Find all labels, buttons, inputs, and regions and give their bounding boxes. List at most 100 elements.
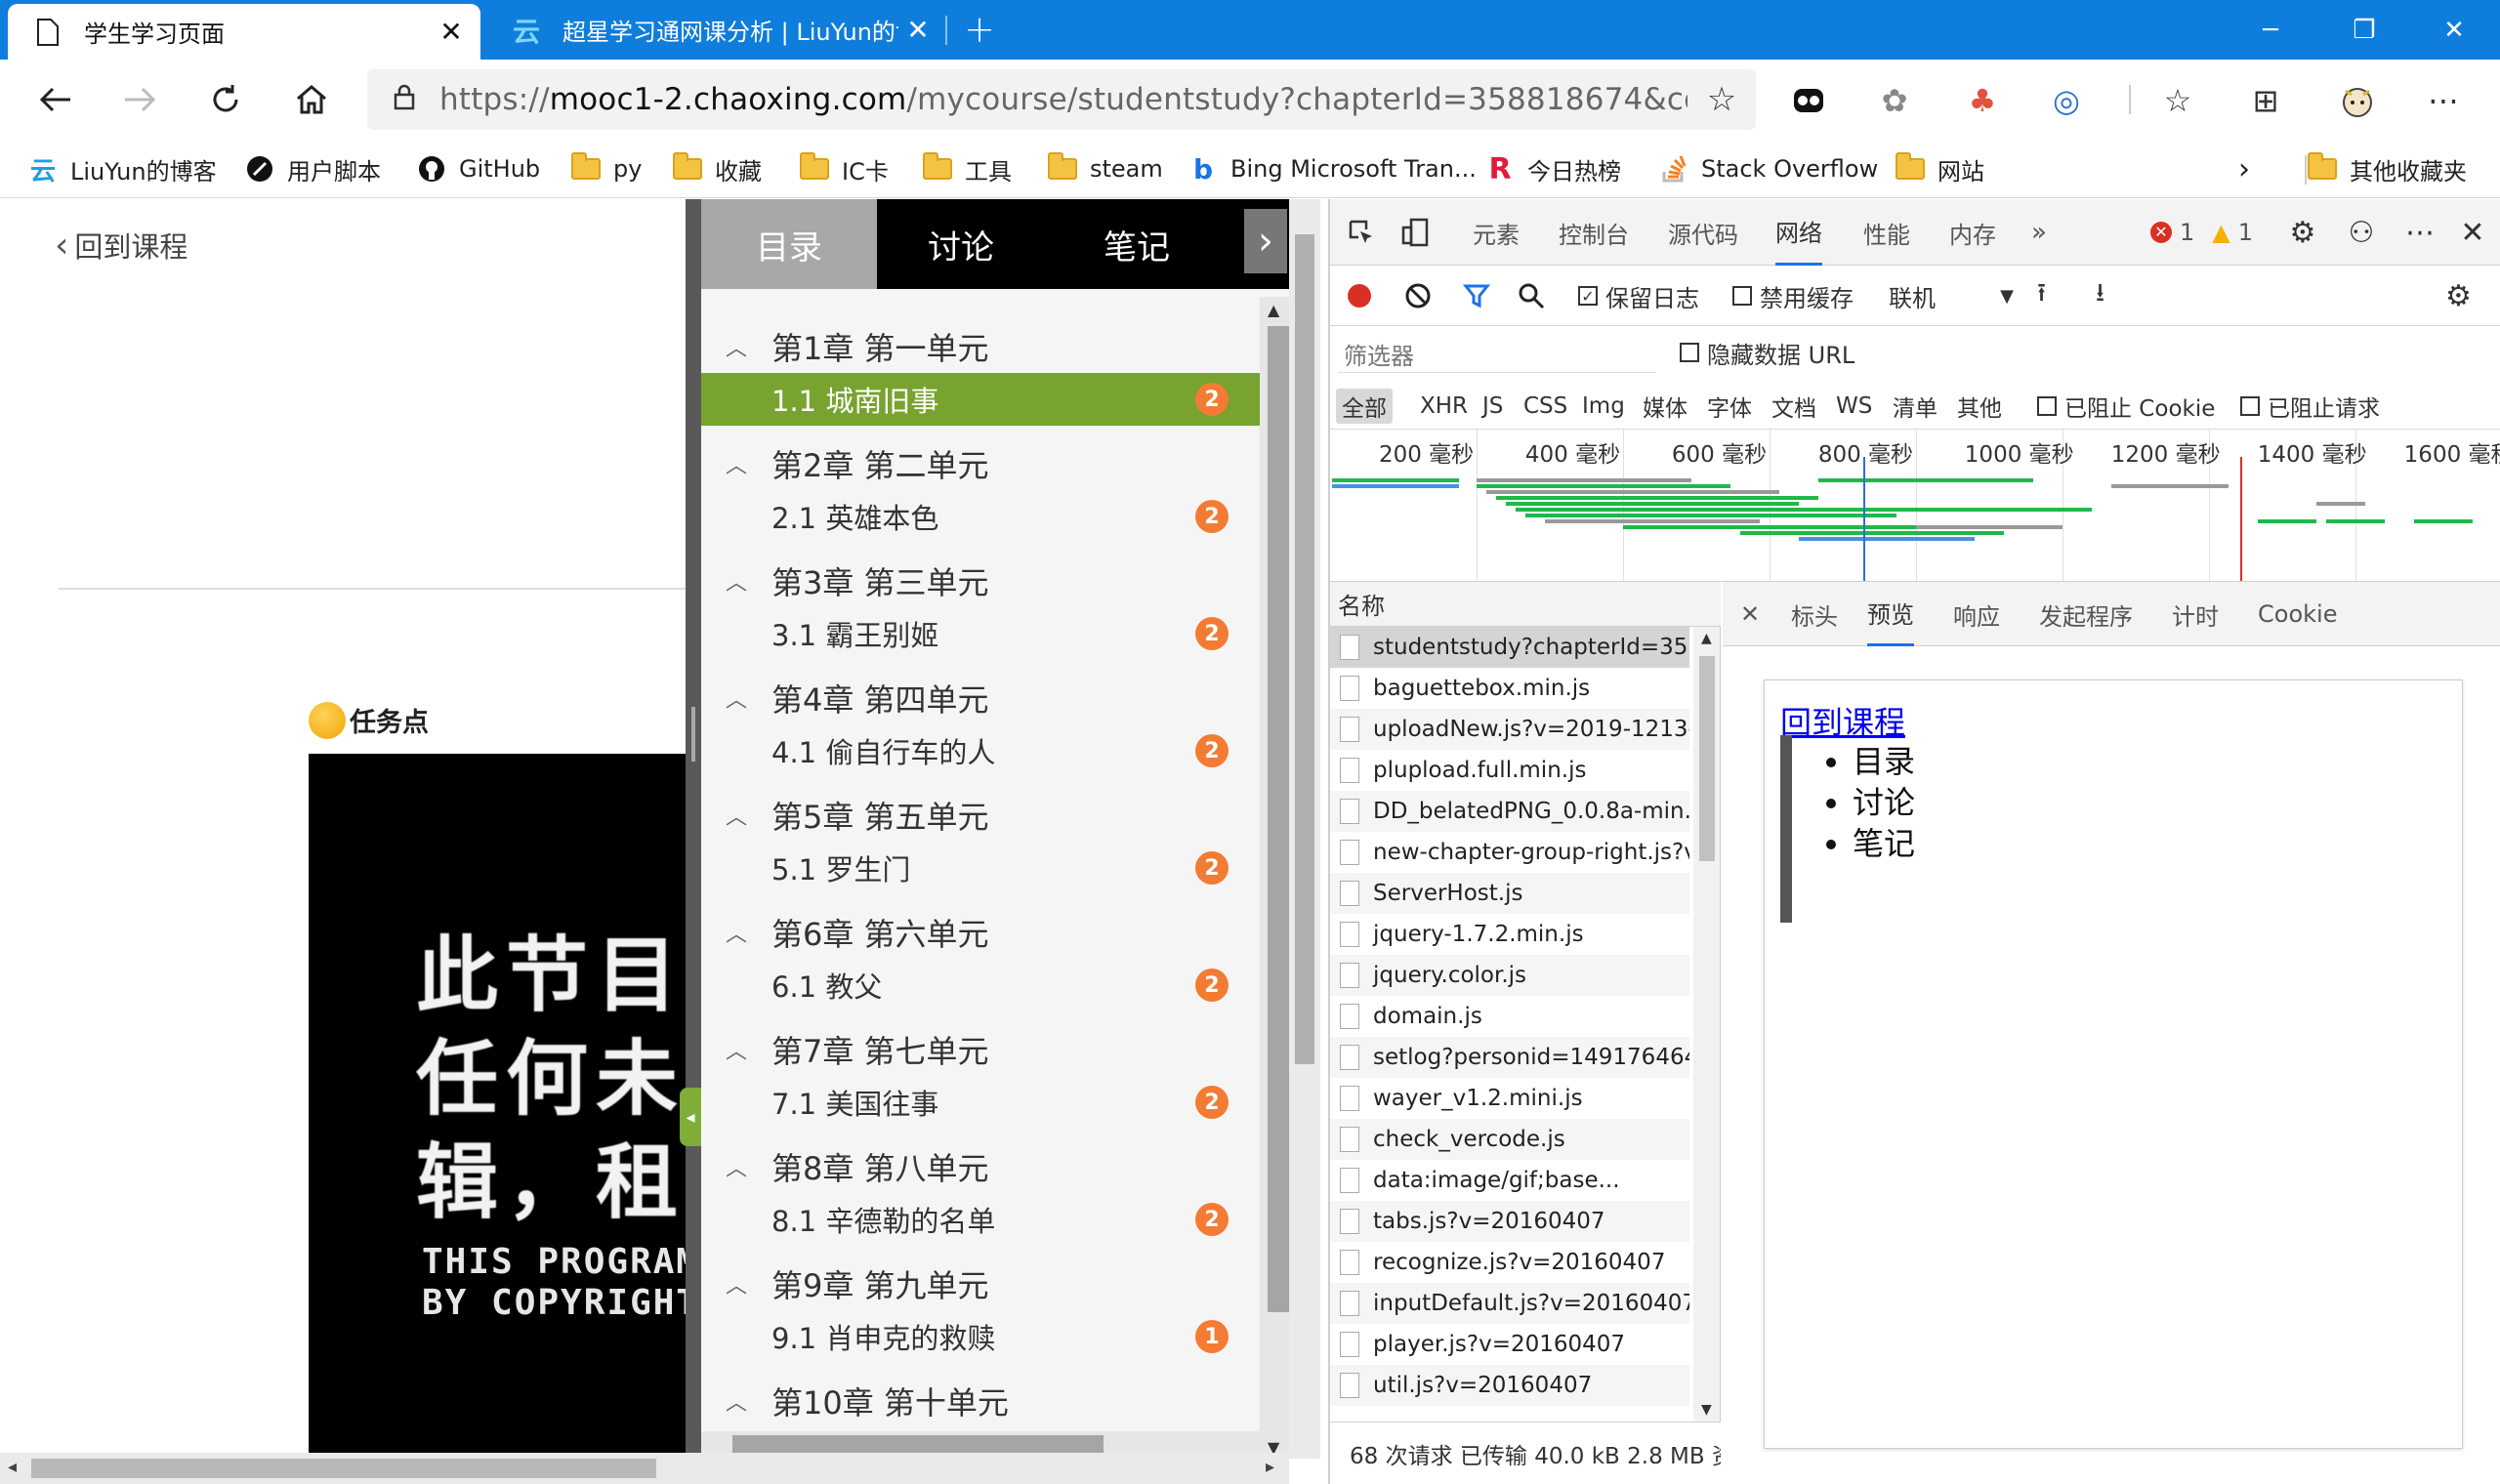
tab-sources[interactable]: 源代码 xyxy=(1668,199,1738,266)
chapter-header[interactable]: ︿ 第3章 第三单元 xyxy=(701,555,1260,607)
settings-gear-icon[interactable]: ⚙ xyxy=(2283,213,2322,252)
request-row[interactable]: wayer_v1.2.mini.js xyxy=(1330,1078,1689,1119)
refresh-icon[interactable] xyxy=(199,73,252,126)
close-detail-icon[interactable]: ✕ xyxy=(1740,582,1760,646)
section-item[interactable]: 4.1 偷自行车的人 2 xyxy=(701,724,1260,777)
section-item[interactable]: 3.1 霸王别姬 2 xyxy=(701,607,1260,660)
scroll-up-icon[interactable]: ▲ xyxy=(1268,301,1279,319)
home-icon[interactable] xyxy=(285,73,338,126)
back-arrow-icon[interactable] xyxy=(29,73,82,126)
extension-puzzle-icon[interactable]: ✿ xyxy=(1871,77,1918,124)
scroll-right-icon[interactable]: ▸ xyxy=(1266,1457,1274,1477)
request-row[interactable]: inputDefault.js?v=20160407 xyxy=(1330,1283,1689,1324)
hide-data-url-checkbox[interactable]: 隐藏数据 URL xyxy=(1680,334,1854,371)
close-tab-icon[interactable]: ✕ xyxy=(432,16,471,48)
request-row[interactable]: new-chapter-group-right.js?v= xyxy=(1330,832,1689,873)
bookmark-folder-py[interactable]: py xyxy=(570,149,642,188)
chapter-header[interactable]: ︿ 第7章 第七单元 xyxy=(701,1023,1260,1076)
type-media[interactable]: 媒体 xyxy=(1643,389,1688,424)
import-har-icon[interactable]: ⭱ xyxy=(2037,277,2046,314)
bookmark-stackoverflow[interactable]: Stack Overflow xyxy=(1658,149,1878,188)
scroll-thumb[interactable] xyxy=(31,1459,656,1478)
chapter-header[interactable]: ︿ 第9章 第九单元 xyxy=(701,1257,1260,1310)
tab-discussion[interactable]: 讨论 xyxy=(873,199,1049,289)
scroll-left-icon[interactable]: ◂ xyxy=(8,1457,17,1477)
splitter-grip[interactable] xyxy=(691,707,695,762)
request-row[interactable]: DD_belatedPNG_0.0.8a-min.js xyxy=(1330,791,1689,832)
tab-elements[interactable]: 元素 xyxy=(1473,199,1520,266)
collapse-handle[interactable]: ◂ xyxy=(680,1088,701,1146)
tab-catalog[interactable]: 目录 xyxy=(701,199,877,289)
chevron-up-icon[interactable]: ︿ xyxy=(701,800,771,831)
back-to-course-link[interactable]: ‹ 回到课程 xyxy=(55,225,188,266)
tab-notes[interactable]: 笔记 xyxy=(1049,199,1225,289)
bookmark-hot-list[interactable]: R 今日热榜 xyxy=(1484,149,1621,188)
device-toolbar-icon[interactable] xyxy=(1396,213,1436,252)
tab-inactive[interactable]: 云 超星学习通网课分析 | LiuYun的博客 ✕ xyxy=(486,0,947,60)
tab-timing[interactable]: 计时 xyxy=(2172,582,2219,646)
blocked-requests-checkbox[interactable]: 已阻止请求 xyxy=(2240,389,2380,424)
more-menu-icon[interactable]: ⋯ xyxy=(2420,77,2467,124)
address-bar[interactable]: https://mooc1-2.chaoxing.com/mycourse/st… xyxy=(367,69,1756,130)
tab-active[interactable]: 学生学习页面 ✕ xyxy=(8,4,480,60)
scroll-down-icon[interactable]: ▼ xyxy=(1701,1402,1712,1418)
request-row[interactable]: check_vercode.js xyxy=(1330,1119,1689,1160)
chevron-up-icon[interactable]: ︿ xyxy=(701,682,771,714)
type-doc[interactable]: 文档 xyxy=(1771,389,1816,424)
tab-performance[interactable]: 性能 xyxy=(1863,199,1910,266)
scroll-thumb[interactable] xyxy=(1295,234,1314,1064)
extension-mask-icon[interactable] xyxy=(1785,77,1832,124)
tab-memory[interactable]: 内存 xyxy=(1949,199,1996,266)
bookmark-folder-steam[interactable]: steam xyxy=(1047,149,1163,188)
bookmark-other-favorites[interactable]: 其他收藏夹 xyxy=(2307,149,2467,188)
checkbox-unchecked[interactable] xyxy=(1732,286,1752,306)
request-row[interactable]: studentstudy?chapterId=3588 xyxy=(1330,627,1689,668)
filter-funnel-icon[interactable] xyxy=(1463,277,1490,314)
disable-cache-checkbox[interactable]: 禁用缓存 xyxy=(1732,277,1854,314)
chevron-up-icon[interactable]: ︿ xyxy=(701,1268,771,1299)
checkbox-unchecked[interactable] xyxy=(1680,343,1699,362)
checkbox-unchecked[interactable] xyxy=(2240,396,2260,416)
inspect-element-icon[interactable] xyxy=(1342,213,1381,252)
bookmark-folder-favorites[interactable]: 收藏 xyxy=(672,149,762,188)
feedback-icon[interactable]: ⚇ xyxy=(2342,213,2381,252)
request-row[interactable]: jquery.color.js xyxy=(1330,955,1689,996)
request-row[interactable]: ServerHost.js xyxy=(1330,873,1689,914)
scroll-thumb[interactable] xyxy=(1699,656,1715,861)
chapter-header[interactable]: ︿ 第2章 第二单元 xyxy=(701,437,1260,490)
section-item[interactable]: 6.1 教父 2 xyxy=(701,959,1260,1011)
lock-icon[interactable] xyxy=(375,83,434,117)
tab-cookies[interactable]: Cookie xyxy=(2258,582,2337,646)
section-item[interactable]: 5.1 罗生门 2 xyxy=(701,842,1260,894)
request-row[interactable]: player.js?v=20160407 xyxy=(1330,1324,1689,1365)
chapter-header[interactable]: ︿ 第10章 第十单元 xyxy=(701,1375,1260,1427)
bookmark-liuyun[interactable]: 云 LiuYun的博客 xyxy=(27,149,217,188)
error-count[interactable]: ✕ 1 ▲ 1 xyxy=(2150,199,2253,266)
network-settings-gear-icon[interactable]: ⚙ xyxy=(2445,277,2472,314)
network-overview-timeline[interactable]: 200 毫秒 400 毫秒 600 毫秒 800 毫秒 1000 毫秒 1200 毫秒 14… xyxy=(1330,430,2500,582)
panel-splitter[interactable] xyxy=(686,199,701,1484)
type-xhr[interactable]: XHR xyxy=(1420,389,1468,424)
bookmark-folder-iccard[interactable]: IC卡 xyxy=(799,149,889,188)
close-window-icon[interactable]: ✕ xyxy=(2410,0,2498,60)
page-hscrollbar[interactable]: ◂ ▸ xyxy=(0,1453,1289,1484)
favorites-list-icon[interactable]: ☆ xyxy=(2154,77,2201,124)
bookmark-userscript[interactable]: 用户脚本 xyxy=(244,149,381,188)
request-row[interactable]: baguettebox.min.js xyxy=(1330,668,1689,709)
extension-tree-icon[interactable]: ♣ xyxy=(1959,77,2006,124)
request-row[interactable]: uploadNew.js?v=2019-1213-1 xyxy=(1330,709,1689,750)
scroll-thumb[interactable] xyxy=(1268,326,1289,1312)
request-row[interactable]: plupload.full.min.js xyxy=(1330,750,1689,791)
type-img[interactable]: Img xyxy=(1582,389,1625,424)
export-har-icon[interactable]: ⭳ xyxy=(2096,277,2104,314)
tab-console[interactable]: 控制台 xyxy=(1559,199,1629,266)
url-text[interactable]: https://mooc1-2.chaoxing.com/mycourse/st… xyxy=(439,82,1688,117)
tab-headers[interactable]: 标头 xyxy=(1791,582,1838,646)
chevron-up-icon[interactable]: ︿ xyxy=(701,565,771,597)
section-item[interactable]: 7.1 美国往事 2 xyxy=(701,1076,1260,1129)
more-options-icon[interactable]: ⋯ xyxy=(2400,213,2439,252)
preserve-log-checkbox[interactable]: ✓ 保留日志 xyxy=(1578,277,1699,314)
tab-initiator[interactable]: 发起程序 xyxy=(2039,582,2133,646)
section-item[interactable]: 8.1 辛德勒的名单 2 xyxy=(701,1193,1260,1246)
chevron-up-icon[interactable]: ︿ xyxy=(701,1034,771,1065)
